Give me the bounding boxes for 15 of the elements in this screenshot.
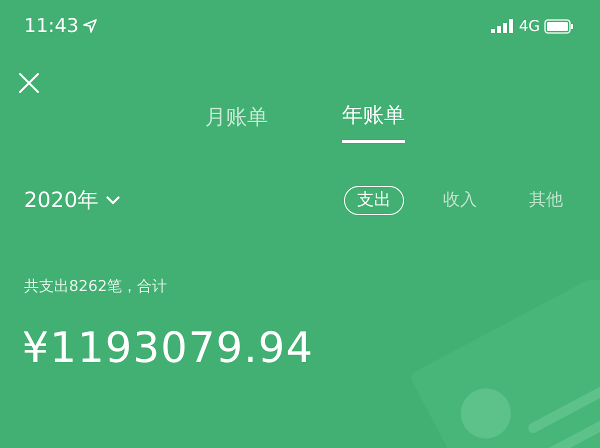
year-dropdown[interactable]: 2020年 <box>24 184 120 216</box>
summary-text: 共支出8262笔，合计 <box>24 277 168 295</box>
tab[interactable]: 年账单 <box>342 100 405 142</box>
tab[interactable]: 月账单 <box>205 100 268 142</box>
location-arrow-icon <box>82 19 97 33</box>
network-label: 4G <box>518 16 540 37</box>
filter-chip[interactable]: 其他 <box>516 186 576 215</box>
filter-chip[interactable]: 支出 <box>344 186 404 215</box>
status-time: 11:43 <box>24 14 79 39</box>
close-icon[interactable] <box>18 72 40 94</box>
chevron-down-icon <box>106 196 120 205</box>
battery-icon <box>544 18 574 34</box>
signal-icon <box>490 19 515 33</box>
total-amount: ¥1193079.94 <box>22 323 314 372</box>
filter-chip[interactable]: 收入 <box>430 186 490 215</box>
